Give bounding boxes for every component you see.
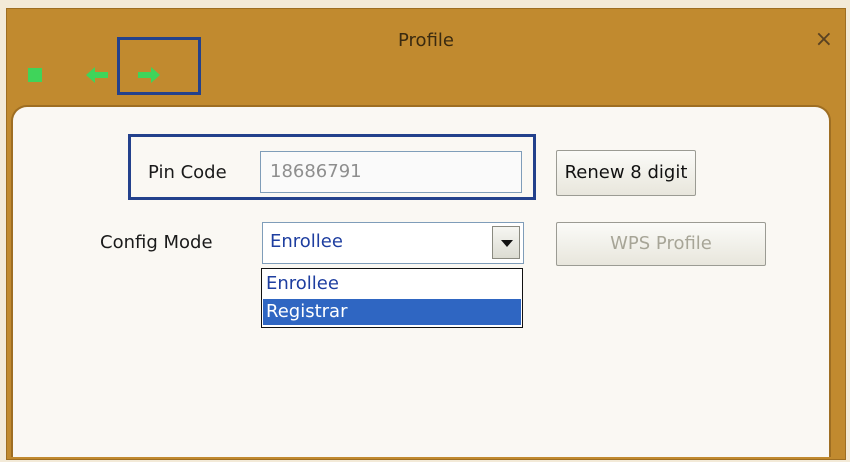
pin-code-label: Pin Code [148,162,227,183]
stop-icon[interactable] [28,68,42,82]
chevron-down-icon[interactable] [492,226,520,259]
config-mode-select[interactable]: Enrollee [262,222,524,264]
pin-code-field[interactable]: 18686791 [260,151,522,193]
forward-button-highlight [117,37,201,95]
back-arrow-icon[interactable] [86,67,108,83]
close-icon[interactable]: × [815,29,833,51]
renew-8-digit-button[interactable]: Renew 8 digit [556,150,696,196]
wps-profile-button: WPS Profile [556,222,766,266]
option-registrar[interactable]: Registrar [263,299,521,325]
option-enrollee[interactable]: Enrollee [263,271,521,297]
config-mode-dropdown[interactable]: Enrollee Registrar [261,268,523,328]
config-mode-label: Config Mode [100,232,213,253]
config-mode-selected-value: Enrollee [270,231,343,252]
